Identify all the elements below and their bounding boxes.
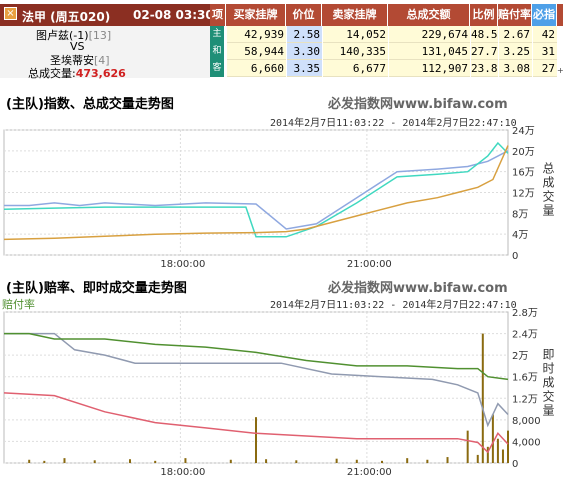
cell-total: 131,045 — [389, 43, 470, 60]
cell-payout: 3.08 — [499, 60, 532, 77]
volume-bar — [229, 459, 232, 463]
cell-index: 31 — [533, 43, 557, 60]
y-tick-label: 4万 — [512, 230, 528, 241]
volume-bar — [184, 458, 187, 463]
cell-sell: 6,677 — [323, 60, 388, 77]
volume-bar — [476, 454, 479, 463]
cell-buy: 6,660 — [227, 60, 286, 77]
cell-payout: 3.25 — [499, 43, 532, 60]
chart1-plot: 24万 20万 16万 12万 8万 4万 0 18:00:00 21:00:00 — [3, 126, 535, 270]
match-info: 图卢兹(-1)[13] VS 圣埃蒂安[4] 总成交量:473,626 — [0, 26, 210, 80]
y-tick-label: 0 — [512, 459, 518, 470]
y-tick-label: 2.4万 — [512, 330, 538, 341]
volume-bar — [63, 458, 66, 463]
volume-bar — [446, 457, 449, 463]
cell-index: 27 — [533, 60, 557, 77]
cell-price: 3.35 — [287, 60, 322, 77]
series-line-1 — [4, 150, 509, 230]
cell-index: 42 — [533, 26, 557, 43]
match-title: 法甲 (周五020) — [22, 10, 111, 24]
volume-bar — [129, 459, 131, 463]
col-ratio: 比例 — [470, 4, 498, 26]
y-tick-label: 24万 — [512, 126, 535, 137]
volume-bar — [481, 333, 484, 463]
volume-bar — [255, 417, 257, 463]
cell-payout: 2.67 — [499, 26, 532, 43]
volume-bar — [406, 458, 409, 463]
col-sell: 卖家挂牌 — [322, 4, 388, 26]
cell-price: 2.58 — [287, 26, 322, 43]
y-tick-label: 8万 — [512, 209, 528, 220]
y-tick-label: 20万 — [512, 147, 535, 158]
x-tick-label: 21:00:00 — [347, 467, 392, 477]
volume-bar — [43, 460, 46, 463]
row-tag: 和 — [210, 43, 224, 60]
match-datetime: 02-08 03:30 — [133, 8, 214, 22]
volume-bar — [295, 460, 298, 463]
expand-icon[interactable]: + — [557, 66, 563, 75]
chart2-plot: 2.8万 2.4万 2万 1.6万 1.2万 8,000 4,000 0 18:00:00 21:… — [3, 308, 541, 477]
y-tick-label: 2.8万 — [512, 308, 538, 319]
volume-bar — [355, 459, 358, 463]
x-tick-label: 18:00:00 — [160, 467, 205, 477]
y-tick-label: 4,000 — [512, 437, 541, 448]
close-icon[interactable]: × — [4, 7, 17, 20]
volume-bar — [507, 430, 509, 463]
y-tick-label: 16万 — [512, 168, 535, 179]
col-payout: 赔付率 — [498, 4, 532, 26]
volume-bar — [466, 430, 469, 463]
row-tag: 客 — [210, 60, 224, 77]
home-rank: [13] — [88, 29, 112, 42]
y-tick-label: 8,000 — [512, 416, 541, 427]
total-volume-value: 473,626 — [75, 67, 126, 80]
volume-bar — [491, 414, 494, 463]
cell-total: 229,674 — [389, 26, 470, 43]
y-tick-label: 0 — [512, 251, 518, 262]
cell-total: 112,907 — [389, 60, 470, 77]
volume-bar — [28, 459, 31, 463]
volume-bar — [154, 460, 157, 463]
volume-bar — [335, 458, 338, 463]
col-buy: 买家挂牌 — [226, 4, 286, 26]
cell-ratio: 23.8 — [471, 60, 498, 77]
x-tick-label: 21:00:00 — [347, 259, 392, 270]
cell-buy: 58,944 — [227, 43, 286, 60]
series-line-1 — [4, 332, 509, 428]
col-item: 项 — [210, 4, 226, 26]
series-line-2 — [4, 332, 509, 381]
y-tick-label: 1.6万 — [512, 373, 538, 384]
col-index: 必指 — [532, 4, 557, 26]
cell-ratio: 27.7 — [471, 43, 498, 60]
col-total: 总成交额 — [388, 4, 470, 26]
volume-bar — [93, 460, 96, 463]
volume-bar — [265, 459, 268, 463]
y-tick-label: 12万 — [512, 189, 535, 200]
col-price: 价位 — [286, 4, 322, 26]
row-tag: 主 — [210, 26, 224, 43]
volume-bar — [381, 460, 383, 463]
volume-bar — [496, 438, 499, 463]
cell-ratio: 48.5 — [471, 26, 498, 43]
cell-buy: 42,939 — [227, 26, 286, 43]
x-tick-label: 18:00:00 — [160, 259, 205, 270]
y-tick-label: 1.2万 — [512, 394, 538, 405]
volume-bar — [501, 449, 504, 463]
series-line-2 — [3, 141, 509, 238]
cell-sell: 14,052 — [323, 26, 388, 43]
cell-price: 3.30 — [287, 43, 322, 60]
y-tick-label: 2万 — [512, 351, 528, 362]
volume-bar — [426, 459, 429, 463]
cell-sell: 140,335 — [323, 43, 388, 60]
total-volume-label: 总成交量: — [28, 67, 76, 80]
